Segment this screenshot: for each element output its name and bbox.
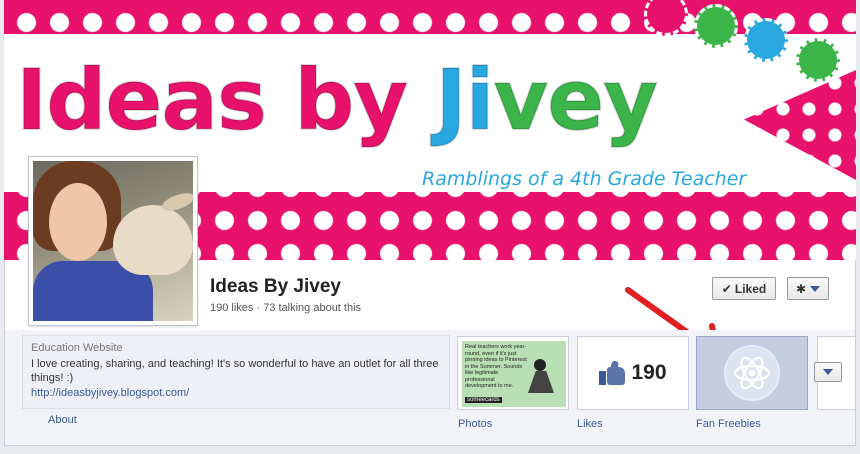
bunting-flag-2 [694,4,738,48]
check-icon: ✔ [721,281,732,296]
photo-card-figure [524,359,560,399]
liked-label: Liked [734,281,767,296]
chevron-down-icon [823,369,833,375]
about-summary[interactable]: Education Website I love creating, shari… [22,335,450,409]
bunting-flag-1 [644,0,688,36]
settings-dropdown-button[interactable]: ✱ [787,277,829,300]
photo-card-text: Real teachers work year-round, even if i… [465,344,527,389]
photo-card-brand: someecards [465,397,502,403]
chevron-down-icon [810,285,821,292]
photo-face [49,183,107,261]
atom-icon [724,345,780,401]
likes-tile[interactable]: 190 [577,336,689,410]
facebook-page: Ideas by Jivey Ramblings of a 4th Grade … [0,0,860,454]
bunting-flag-3 [744,18,788,62]
website-link[interactable]: http://ideasbyjivey.blogspot.com/ [31,387,441,399]
photos-label[interactable]: Photos [458,418,492,430]
about-link[interactable]: About [48,414,77,426]
page-title[interactable]: Ideas By Jivey [210,276,341,298]
photo-goat-ear [159,189,193,215]
cover-subtitle: Ramblings of a 4th Grade Teacher [422,168,747,190]
likes-label[interactable]: Likes [577,418,603,430]
profile-picture[interactable] [28,156,198,326]
photo-thumbnail: Real teachers work year-round, even if i… [462,341,566,407]
cover-title-part-2: by [293,51,436,149]
liked-button[interactable]: ✔ Liked [712,277,776,300]
profile-photo [33,161,193,321]
fan-freebies-label[interactable]: Fan Freebies [696,418,761,430]
bunting-flag-4 [796,38,840,82]
photos-tile[interactable]: Real teachers work year-round, even if i… [457,336,569,410]
page-description: I love creating, sharing, and teaching! … [31,358,439,384]
cover-title: Ideas by Jivey [15,57,659,143]
page-stats: 190 likes · 73 talking about this [210,302,362,314]
cover-title-part-4: vey [492,51,658,149]
fan-freebies-tile[interactable] [696,336,808,410]
page-category: Education Website [31,342,123,354]
photo-goat [113,205,193,275]
thumbs-up-icon [599,360,626,385]
gear-icon: ✱ [795,281,807,296]
more-apps-button[interactable] [814,362,842,382]
cover-title-part-1: Ideas [15,51,295,149]
likes-count: 190 [631,361,667,384]
cover-title-part-3: Ji [434,51,495,149]
